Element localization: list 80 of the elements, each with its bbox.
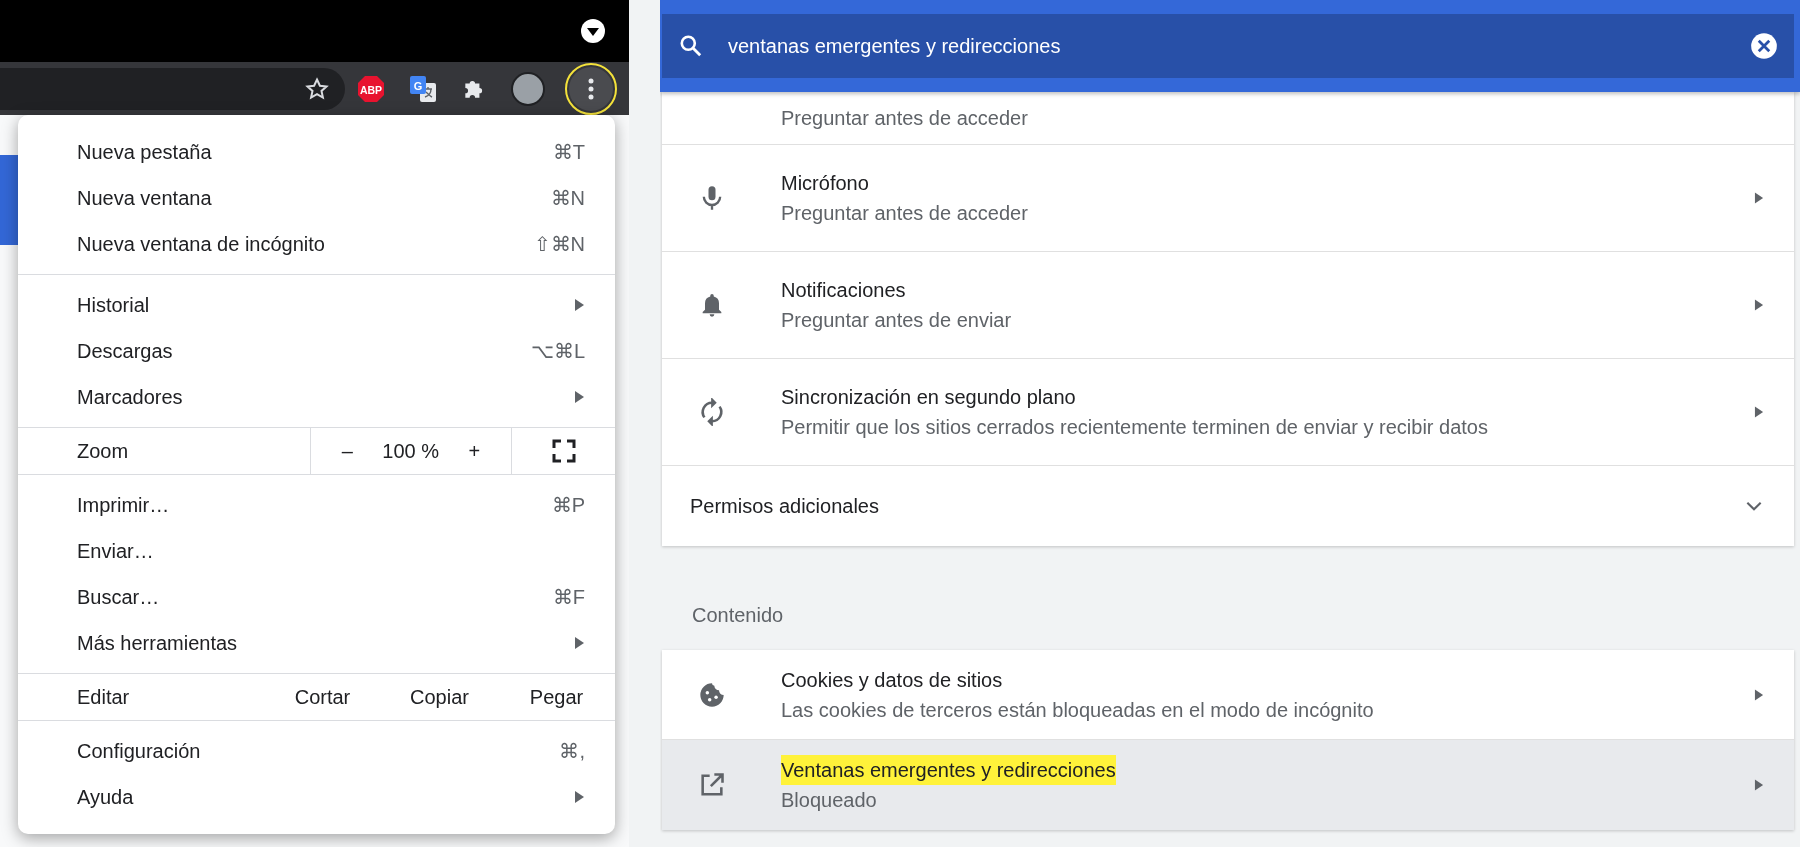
submenu-arrow-icon (574, 636, 585, 650)
arrow-icon (1754, 405, 1764, 419)
menu-item[interactable]: Nueva pestaña ⌘T (18, 129, 615, 175)
edit-label: Editar (76, 685, 131, 710)
menu-item-label: Marcadores (77, 385, 183, 410)
section-heading: Contenido (691, 603, 785, 628)
zoom-out-button[interactable]: – (341, 436, 353, 466)
menu-item-label: Más herramientas (77, 631, 238, 656)
menu-item-label: Imprimir… (77, 493, 170, 518)
settings-row[interactable]: Ventanas emergentes y redirecciones Bloqueado (662, 740, 1794, 830)
shortcut-text: ⌘N (550, 186, 585, 211)
search-match-text: Ventanas emergentes y redirecciones (781, 755, 1116, 785)
menu-item[interactable]: Nueva ventana ⌘N (18, 175, 615, 221)
submenu-arrow-icon (574, 298, 585, 312)
row-subtitle: Preguntar antes de acceder (781, 201, 1029, 226)
row-title: Permisos adicionales (690, 494, 879, 519)
menu-item[interactable]: Más herramientas (18, 620, 615, 666)
row-subtitle: Preguntar antes de enviar (781, 308, 1013, 333)
menu-item-label: Nueva ventana de incógnito (77, 232, 325, 257)
shortcut-text: ⌘P (551, 493, 585, 518)
menu-item[interactable]: Enviar… (18, 528, 615, 574)
menu-item[interactable]: Imprimir… ⌘P (18, 482, 615, 528)
dropdown-icon[interactable] (581, 19, 605, 43)
clear-icon[interactable] (1750, 32, 1778, 60)
row-title: Notificaciones (781, 278, 907, 303)
menu-item[interactable]: Configuración ⌘, (18, 728, 615, 774)
adblock-icon[interactable]: ABP (357, 74, 385, 103)
shortcut-text: ⌘F (552, 585, 585, 610)
shortcut-text: ⇧⌘N (533, 232, 585, 257)
row-title: Cookies y datos de sitios (781, 667, 1004, 693)
search-text: ventanas emergentes y redirecciones (728, 34, 1062, 59)
menu-item-label: Nueva pestaña (77, 140, 212, 165)
external-link-icon (698, 771, 726, 799)
row-subtitle: Preguntar antes de acceder (781, 106, 1029, 131)
menu-item[interactable]: Ayuda (18, 774, 615, 820)
zoom-in-button[interactable]: + (468, 436, 481, 466)
menu-icon (588, 77, 594, 100)
settings-row[interactable]: Preguntar antes de acceder (662, 92, 1794, 145)
settings-row[interactable]: Sincronización en segundo plano Permitir que los sitios cerrados recientemente terminen de enviar y recibir datos (662, 359, 1794, 466)
search-icon (678, 33, 704, 59)
row-title: Micrófono (781, 171, 870, 196)
row-subtitle: Permitir que los sitios cerrados recientemente terminen de enviar y recibir datos (781, 415, 1489, 440)
menu-item[interactable]: Marcadores (18, 374, 615, 420)
menu-item-label: Configuración (77, 739, 201, 764)
row-title: Sincronización en segundo plano (781, 385, 1077, 410)
menu-item-label: Buscar… (77, 585, 160, 610)
arrow-icon (1754, 298, 1764, 312)
zoom-label: Zoom (76, 439, 130, 464)
menu-item[interactable]: Buscar… ⌘F (18, 574, 615, 620)
avatar[interactable] (511, 71, 545, 106)
settings-row[interactable]: Permisos adicionales (662, 466, 1794, 546)
settings-row[interactable]: Micrófono Preguntar antes de acceder (662, 145, 1794, 252)
edit-button[interactable]: Copiar (381, 674, 498, 720)
row-subtitle: Bloqueado (781, 788, 878, 813)
star-icon[interactable] (305, 76, 329, 101)
zoom-level: 100 % (382, 439, 440, 464)
settings-row[interactable]: Notificaciones Preguntar antes de enviar (662, 252, 1794, 359)
row-subtitle: Las cookies de terceros están bloqueadas en el modo de incógnito (781, 697, 1375, 723)
shortcut-text: ⌘T (552, 140, 585, 165)
menu-item-label: Enviar… (77, 539, 154, 564)
search-field[interactable]: ventanas emergentes y redirecciones (662, 14, 1794, 78)
shortcut-text: ⌥⌘L (530, 339, 585, 364)
menu-item-label: Descargas (77, 339, 173, 364)
edit-button[interactable]: Pegar (498, 674, 615, 720)
menu-item-label: Historial (77, 293, 150, 318)
cookie-icon (698, 680, 726, 709)
arrow-icon (1754, 191, 1764, 205)
sync-icon (698, 398, 726, 426)
menu-item[interactable]: Historial (18, 282, 615, 328)
shortcut-text: ⌘, (559, 739, 585, 764)
edit-button[interactable]: Cortar (264, 674, 381, 720)
arrow-icon (1754, 687, 1764, 702)
fullscreen-icon[interactable] (551, 439, 576, 463)
submenu-arrow-icon (574, 790, 585, 804)
arrow-icon (1754, 778, 1764, 792)
submenu-arrow-icon (574, 390, 585, 404)
menu-item-label: Ayuda (77, 785, 134, 810)
menu-item[interactable]: Descargas ⌥⌘L (18, 328, 615, 374)
menu-item[interactable]: Nueva ventana de incógnito ⇧⌘N (18, 221, 615, 267)
menu-item-label: Nueva ventana (77, 186, 212, 211)
